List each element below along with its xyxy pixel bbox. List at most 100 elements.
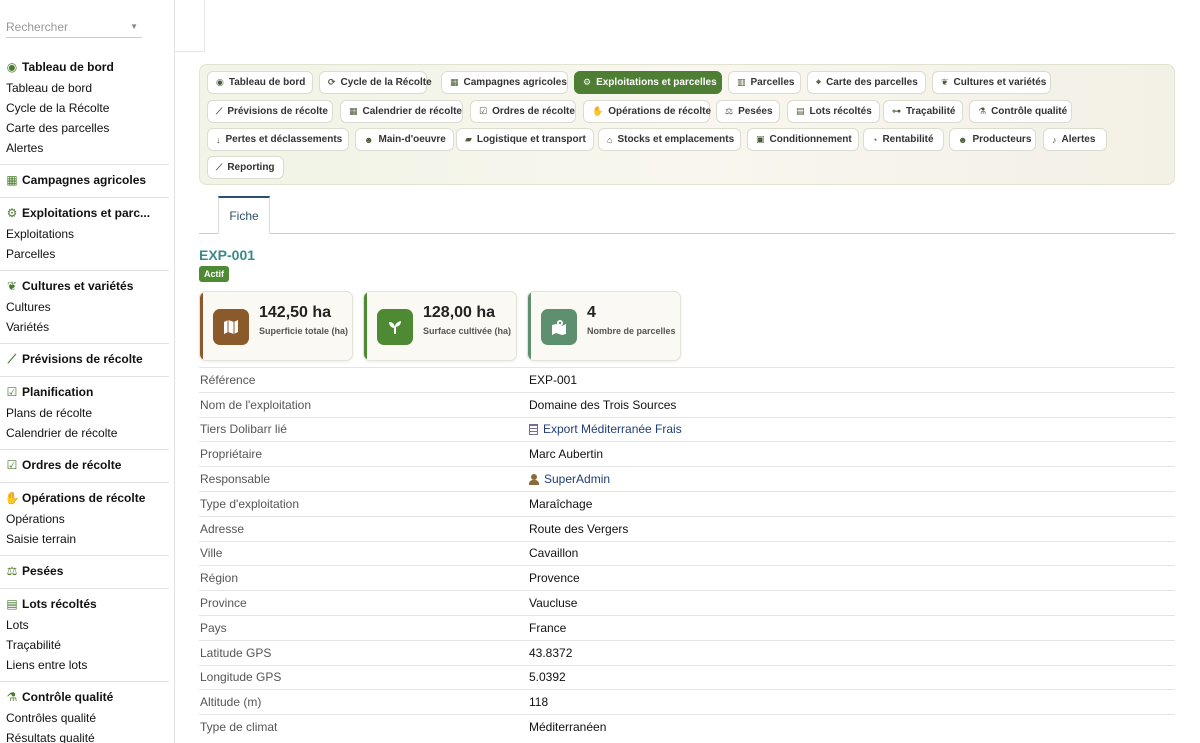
sidebar-group-title[interactable]: ❦ Cultures et variétés: [6, 275, 169, 297]
table-row: Longitude GPS 5.0392: [199, 664, 1175, 690]
tab-22[interactable]: ♪ Alertes: [1043, 128, 1107, 151]
sidebar-group-label: Contrôle qualité: [22, 690, 114, 704]
sidebar-item[interactable]: Résultats qualité: [6, 728, 169, 743]
tab-21[interactable]: ☻ Producteurs: [949, 128, 1036, 151]
sidebar-group-label: Cultures et variétés: [22, 279, 134, 293]
tab-label: Conditionnement: [769, 134, 852, 145]
field-value[interactable]: Export Méditerranée Frais: [529, 422, 682, 436]
tab-15[interactable]: ↓ Pertes et déclassements: [207, 128, 349, 151]
field-value-text: Vaucluse: [529, 596, 578, 611]
field-value[interactable]: SuperAdmin: [529, 472, 610, 486]
sidebar-item[interactable]: Alertes: [6, 138, 169, 158]
sidebar-item[interactable]: Variétés: [6, 317, 169, 337]
tab-9[interactable]: ☑ Ordres de récolte: [470, 100, 576, 123]
tab-0[interactable]: ◉ Tableau de bord: [207, 71, 313, 94]
scale-icon: ⚖: [6, 564, 18, 578]
tab-19[interactable]: ▣ Conditionnement: [747, 128, 859, 151]
tab-2[interactable]: ▦ Campagnes agricoles: [441, 71, 568, 94]
sidebar-item[interactable]: Contrôles qualité: [6, 708, 169, 728]
sidebar-item[interactable]: Liens entre lots: [6, 655, 169, 675]
sidebar-item[interactable]: Traçabilité: [6, 635, 169, 655]
tab-6[interactable]: ❦ Cultures et variétés: [932, 71, 1051, 94]
tab-5[interactable]: ⌖ Carte des parcelles: [807, 71, 926, 94]
page-title: EXP-001: [199, 247, 256, 263]
tab-4[interactable]: ▥ Parcelles: [728, 71, 801, 94]
tab-10[interactable]: ✋ Opérations de récolte: [583, 100, 711, 123]
field-label: Région: [200, 571, 239, 586]
field-value-text: 5.0392: [529, 670, 566, 685]
sidebar-group-title[interactable]: ⚖ Pesées: [6, 560, 169, 582]
tab-13[interactable]: ⊶ Traçabilité: [883, 100, 963, 123]
sidebar-group-label: Pesées: [22, 564, 64, 578]
sidebar-group: ✋ Opérations de récolte Opérations Saisie…: [0, 483, 169, 556]
field-value: France: [529, 621, 566, 635]
hand-icon: ✋: [592, 106, 604, 116]
tab-label: Producteurs: [972, 134, 1032, 145]
sidebar-item[interactable]: Cultures: [6, 297, 169, 317]
sidebar-group-title[interactable]: ⚙ Exploitations et parc...: [6, 202, 169, 224]
sidebar-group-title[interactable]: ▦ Campagnes agricoles: [6, 169, 169, 191]
tab-14[interactable]: ⚗ Contrôle qualité: [969, 100, 1072, 123]
field-label: Ville: [200, 546, 223, 561]
tab-3[interactable]: ⚙ Exploitations et parcelles: [574, 71, 722, 94]
sidebar-item[interactable]: Opérations: [6, 509, 169, 529]
tab-20[interactable]: ◔ Rentabilité: [863, 128, 944, 151]
field-label: Responsable: [200, 472, 271, 487]
chevron-down-icon[interactable]: ▼: [130, 16, 138, 38]
sidebar-group-label: Ordres de récolte: [22, 458, 122, 472]
tab-12[interactable]: ▤ Lots récoltés: [787, 100, 880, 123]
sidebar-group: ⚙ Exploitations et parc... Exploitations…: [0, 198, 169, 271]
sidebar-item[interactable]: Exploitations: [6, 224, 169, 244]
table-row: Région Provence: [199, 565, 1175, 590]
tab-7[interactable]: ⟋ Prévisions de récolte: [207, 100, 333, 123]
tab-16[interactable]: ☻ Main-d'oeuvre: [355, 128, 454, 151]
boxes-icon: ▤: [796, 106, 805, 116]
tab-label: Pesées: [738, 106, 773, 117]
table-row: Référence EXP-001: [199, 367, 1175, 392]
sidebar-group: ⚗ Contrôle qualité Contrôles qualité Résu…: [0, 682, 169, 743]
sidebar-group-title[interactable]: ◉ Tableau de bord: [6, 56, 169, 78]
field-label: Tiers Dolibarr lié: [200, 422, 287, 437]
dashboard-icon: ◉: [216, 77, 224, 87]
sidebar-group-title[interactable]: ▤ Lots récoltés: [6, 593, 169, 615]
pie-chart-icon: ◔: [872, 134, 878, 145]
sidebar-group-title[interactable]: ⟋ Prévisions de récolte: [6, 348, 169, 370]
sidebar-group-title[interactable]: ✋ Opérations de récolte: [6, 487, 169, 509]
search-input[interactable]: Rechercher ▼: [6, 16, 142, 38]
sync-icon: ⟳: [328, 77, 336, 87]
field-label: Propriétaire: [200, 447, 263, 462]
sidebar-group-title[interactable]: ☑ Ordres de récolte: [6, 454, 169, 476]
sidebar-item[interactable]: Carte des parcelles: [6, 118, 169, 138]
tab-23[interactable]: ⟋ Reporting: [207, 156, 284, 179]
tab-18[interactable]: ⌂ Stocks et emplacements: [598, 128, 741, 151]
status-badge: Actif: [199, 266, 229, 282]
tractor-icon: ⚙: [583, 77, 592, 87]
sidebar-item[interactable]: Plans de récolte: [6, 403, 169, 423]
user-group-icon: ☻: [958, 134, 968, 145]
sidebar-group-title[interactable]: ⚗ Contrôle qualité: [6, 686, 169, 708]
field-value: 118: [529, 695, 548, 709]
scale-icon: ⚖: [725, 106, 734, 116]
sidebar-item[interactable]: Calendrier de récolte: [6, 423, 169, 443]
tab-1[interactable]: ⟳ Cycle de la Récolte: [319, 71, 432, 94]
sidebar-menu: ◉ Tableau de bord Tableau de bord Cycle d…: [0, 52, 174, 743]
sidebar-group: ☑ Ordres de récolte: [0, 450, 169, 483]
sidebar-group-label: Tableau de bord: [22, 60, 114, 74]
tab-11[interactable]: ⚖ Pesées: [716, 100, 780, 123]
table-row: Ville Cavaillon: [199, 540, 1175, 566]
field-value-text[interactable]: SuperAdmin: [544, 472, 610, 486]
tab-8[interactable]: ▦ Calendrier de récolte: [340, 100, 463, 123]
tab-fiche-label: Fiche: [229, 209, 259, 223]
sidebar-item[interactable]: Lots: [6, 615, 169, 635]
sidebar-item[interactable]: Parcelles: [6, 244, 169, 264]
sidebar-item[interactable]: Tableau de bord: [6, 78, 169, 98]
field-label: Latitude GPS: [200, 645, 272, 660]
sidebar-item[interactable]: Cycle de la Récolte: [6, 98, 169, 118]
tab-17[interactable]: ▰ Logistique et transport: [456, 128, 594, 151]
sidebar-group-title[interactable]: ☑ Planification: [6, 381, 169, 403]
kpi-value: 142,50 ha: [259, 304, 332, 321]
sidebar-item[interactable]: Saisie terrain: [6, 529, 169, 549]
field-value-text[interactable]: Export Méditerranée Frais: [543, 422, 682, 436]
tab-label: Ordres de récolte: [492, 106, 575, 117]
tab-fiche[interactable]: Fiche: [218, 196, 270, 234]
